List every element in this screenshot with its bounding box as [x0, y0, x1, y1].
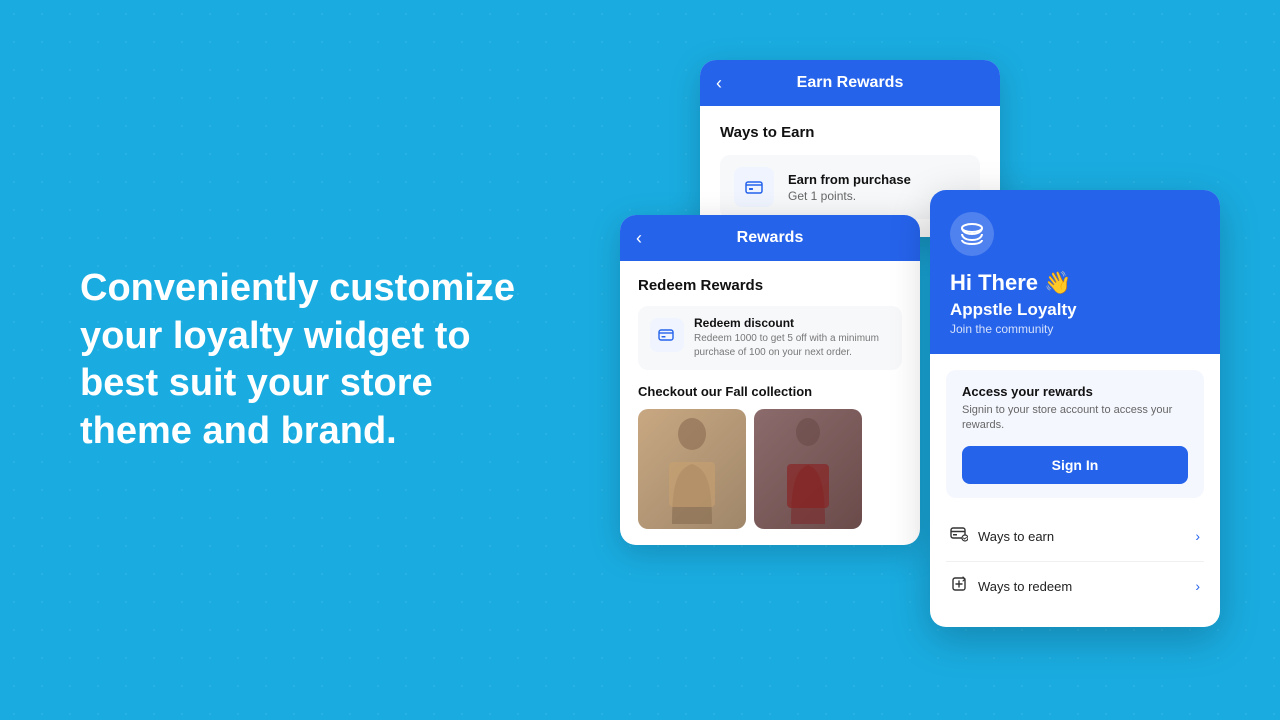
redeem-name: Redeem discount	[694, 316, 890, 330]
earn-item-title: Earn from purchase	[788, 172, 911, 187]
ways-to-earn-nav-left: Ways to earn	[950, 525, 1054, 548]
hero-text: Conveniently customize your loyalty widg…	[80, 265, 550, 455]
ways-to-earn-chevron: ›	[1195, 528, 1200, 544]
hero-heading: Conveniently customize your loyalty widg…	[80, 265, 550, 455]
widget-app-name: Appstle Loyalty	[950, 300, 1200, 320]
ways-to-earn-title: Ways to Earn	[720, 124, 980, 141]
earn-rewards-back-arrow[interactable]: ‹	[716, 73, 722, 94]
person-silhouette-1	[638, 409, 746, 529]
widget-body: Access your rewards Signin to your store…	[930, 354, 1220, 627]
ways-to-earn-label: Ways to earn	[978, 529, 1054, 544]
ways-to-redeem-icon	[950, 575, 968, 598]
earn-item-subtitle: Get 1 points.	[788, 189, 911, 203]
ways-to-redeem-nav[interactable]: Ways to redeem ›	[946, 562, 1204, 611]
ways-to-earn-nav[interactable]: Ways to earn ›	[946, 512, 1204, 562]
ways-to-earn-icon	[950, 525, 968, 548]
sign-in-button[interactable]: Sign In	[962, 446, 1188, 484]
person-silhouette-2	[754, 409, 862, 529]
redeem-desc: Redeem 1000 to get 5 off with a minimum …	[694, 332, 890, 360]
earn-rewards-title: Earn Rewards	[797, 74, 904, 92]
collection-image-2	[754, 409, 862, 529]
access-box: Access your rewards Signin to your store…	[946, 370, 1204, 498]
collection-images	[638, 409, 902, 529]
access-desc: Signin to your store account to access y…	[962, 403, 1188, 434]
widget-header: Hi There 👋 Appstle Loyalty Join the comm…	[930, 190, 1220, 354]
redeem-icon	[650, 318, 684, 352]
rewards-card: ‹ Rewards Redeem Rewards Redeem discount…	[620, 215, 920, 545]
earn-rewards-header: ‹ Earn Rewards	[700, 60, 1000, 106]
earn-item-icon	[734, 167, 774, 207]
redeem-text: Redeem discount Redeem 1000 to get 5 off…	[694, 316, 890, 360]
earn-item-text: Earn from purchase Get 1 points.	[788, 172, 911, 203]
collection-image-1	[638, 409, 746, 529]
ways-to-redeem-label: Ways to redeem	[978, 579, 1072, 594]
widget-card: Hi There 👋 Appstle Loyalty Join the comm…	[930, 190, 1220, 627]
collection-title: Checkout our Fall collection	[638, 384, 902, 399]
widget-logo	[950, 212, 994, 256]
ways-to-redeem-chevron: ›	[1195, 578, 1200, 594]
redeem-item: Redeem discount Redeem 1000 to get 5 off…	[638, 306, 902, 370]
ways-to-redeem-nav-left: Ways to redeem	[950, 575, 1072, 598]
redeem-rewards-title: Redeem Rewards	[638, 277, 902, 294]
rewards-header: ‹ Rewards	[620, 215, 920, 261]
cards-container: ‹ Earn Rewards Ways to Earn Earn from pu…	[620, 60, 1220, 660]
widget-tagline: Join the community	[950, 322, 1200, 336]
widget-greeting: Hi There 👋	[950, 270, 1200, 296]
rewards-body: Redeem Rewards Redeem discount Redeem 10…	[620, 261, 920, 545]
rewards-title: Rewards	[737, 229, 804, 247]
rewards-back-arrow[interactable]: ‹	[636, 228, 642, 249]
access-title: Access your rewards	[962, 384, 1188, 399]
